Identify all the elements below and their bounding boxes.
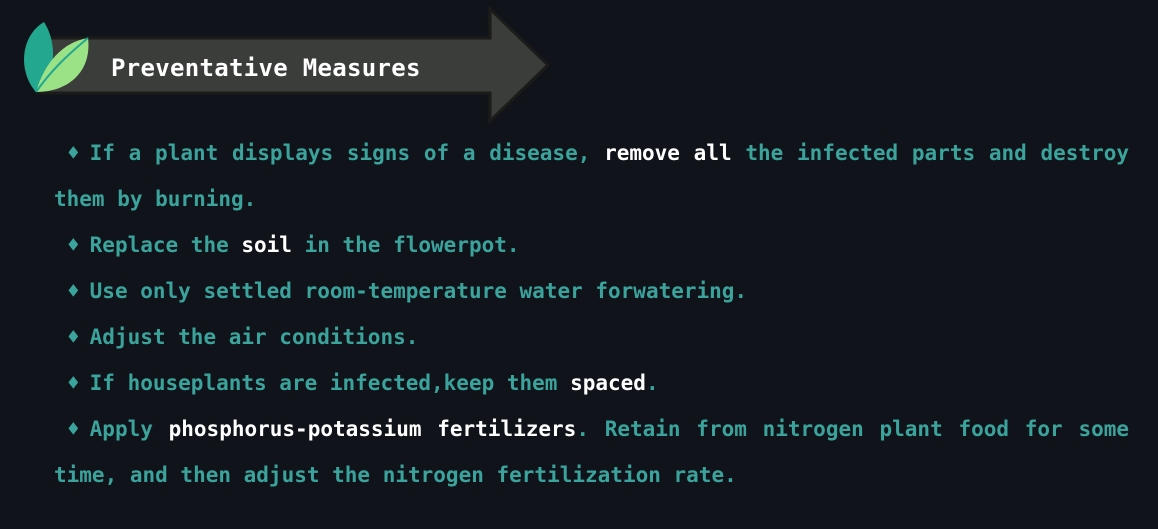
item-text: . <box>645 371 659 395</box>
bullet-diamond-icon: ♦ <box>67 279 80 303</box>
item-text: Replace the <box>89 233 242 257</box>
item-text: in the flowerpot. <box>291 233 520 257</box>
list-item: ♦ Replace the soil in the flowerpot. <box>54 222 1129 268</box>
list-item: ♦ Adjust the air conditions. <box>54 314 1129 360</box>
page-title: Preventative Measures <box>111 54 421 82</box>
bullet-diamond-icon: ♦ <box>67 325 80 349</box>
item-highlight: phosphorus-potassium fertilizers <box>168 417 577 441</box>
bullet-diamond-icon: ♦ <box>67 141 80 165</box>
list-item: ♦ If a plant displays signs of a disease,… <box>54 130 1129 222</box>
list-item: ♦ If houseplants are infected,keep them s… <box>54 360 1129 406</box>
item-highlight: remove all <box>604 141 732 165</box>
item-text: Adjust the air conditions. <box>89 325 419 349</box>
item-text: If a plant displays signs of a disease, <box>89 141 605 165</box>
item-highlight: spaced <box>570 371 646 395</box>
bullet-diamond-icon: ♦ <box>67 371 80 395</box>
measures-list: ♦ If a plant displays signs of a disease,… <box>54 130 1129 498</box>
item-text: Use only settled room-temperature water … <box>89 279 748 303</box>
item-highlight: soil <box>241 233 292 257</box>
list-item: ♦ Use only settled room-temperature water… <box>54 268 1129 314</box>
bullet-diamond-icon: ♦ <box>67 233 80 257</box>
item-text: If houseplants are infected,keep them <box>89 371 571 395</box>
bullet-diamond-icon: ♦ <box>67 417 80 441</box>
item-text: Apply <box>89 417 169 441</box>
list-item: ♦ Apply phosphorus-potassium fertilizers.… <box>54 406 1129 498</box>
header-banner: Preventative Measures <box>0 0 560 130</box>
